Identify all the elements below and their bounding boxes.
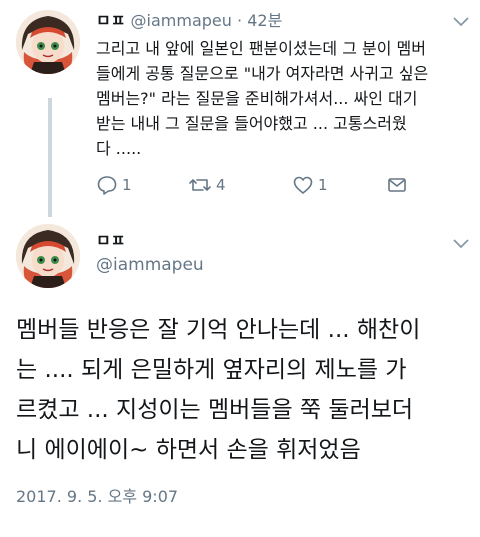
tweet-line: 그리고 내 앞에 일본인 팬분이셨는데 그 분이 멤버 xyxy=(96,39,427,58)
dm-button[interactable] xyxy=(386,172,408,198)
reply-count: 1 xyxy=(122,176,132,194)
envelope-icon xyxy=(386,174,408,196)
thread-connector xyxy=(48,98,52,217)
heart-icon xyxy=(292,174,314,196)
tweet-time[interactable]: 42분 xyxy=(247,11,282,30)
retweet-button[interactable]: 4 xyxy=(188,172,226,198)
separator-dot: · xyxy=(237,11,243,30)
retweet-icon xyxy=(188,174,212,196)
tweet1-header: ㅁㅍ @iammapeu · 42분 xyxy=(96,10,282,32)
tweet-line: 르켰고 ... 지성이는 멤버들을 쭉 둘러보더 xyxy=(16,397,414,423)
avatar[interactable] xyxy=(16,10,80,74)
tweet1-text: 그리고 내 앞에 일본인 팬분이셨는데 그 분이 멤버 들에게 공통 질문으로 … xyxy=(96,36,466,161)
tweet-line: 받는 내내 그 질문을 들어야했고 ... 고통스러웠 xyxy=(96,114,407,133)
display-name[interactable]: ㅁㅍ xyxy=(96,11,125,30)
user-handle[interactable]: @iammapeu xyxy=(131,11,232,30)
chevron-down-icon[interactable] xyxy=(452,14,470,28)
chevron-down-icon[interactable] xyxy=(452,236,470,250)
tweet-line: 니 에이에이~ 하면서 손을 휘저었음 xyxy=(16,437,361,463)
tweet-line: 들에게 공통 질문으로 "내가 여자라면 사귀고 싶은 xyxy=(96,64,429,83)
avatar[interactable] xyxy=(16,224,80,288)
tweet-line: 멤버는?" 라는 질문을 준비해가셔서... 싸인 대기 xyxy=(96,89,418,108)
reply-icon xyxy=(96,174,118,196)
like-button[interactable]: 1 xyxy=(292,172,328,198)
user-handle[interactable]: @iammapeu xyxy=(96,254,204,276)
like-count: 1 xyxy=(318,176,328,194)
tweet-line: 는 .... 되게 은밀하게 옆자리의 제노를 가 xyxy=(16,357,407,383)
tweet-line: 멤버들 반응은 잘 기억 안나는데 ... 해찬이 xyxy=(16,317,421,343)
display-name[interactable]: ㅁㅍ xyxy=(96,230,125,252)
retweet-count: 4 xyxy=(216,176,226,194)
tweet1-actions: 1 4 1 xyxy=(96,172,416,198)
tweet-timestamp[interactable]: 2017. 9. 5. 오후 9:07 xyxy=(16,486,178,508)
reply-button[interactable]: 1 xyxy=(96,172,132,198)
tweet2-text: 멤버들 반응은 잘 기억 안나는데 ... 해찬이 는 .... 되게 은밀하게… xyxy=(16,310,468,470)
tweet-line: 다 ..... xyxy=(96,139,142,158)
